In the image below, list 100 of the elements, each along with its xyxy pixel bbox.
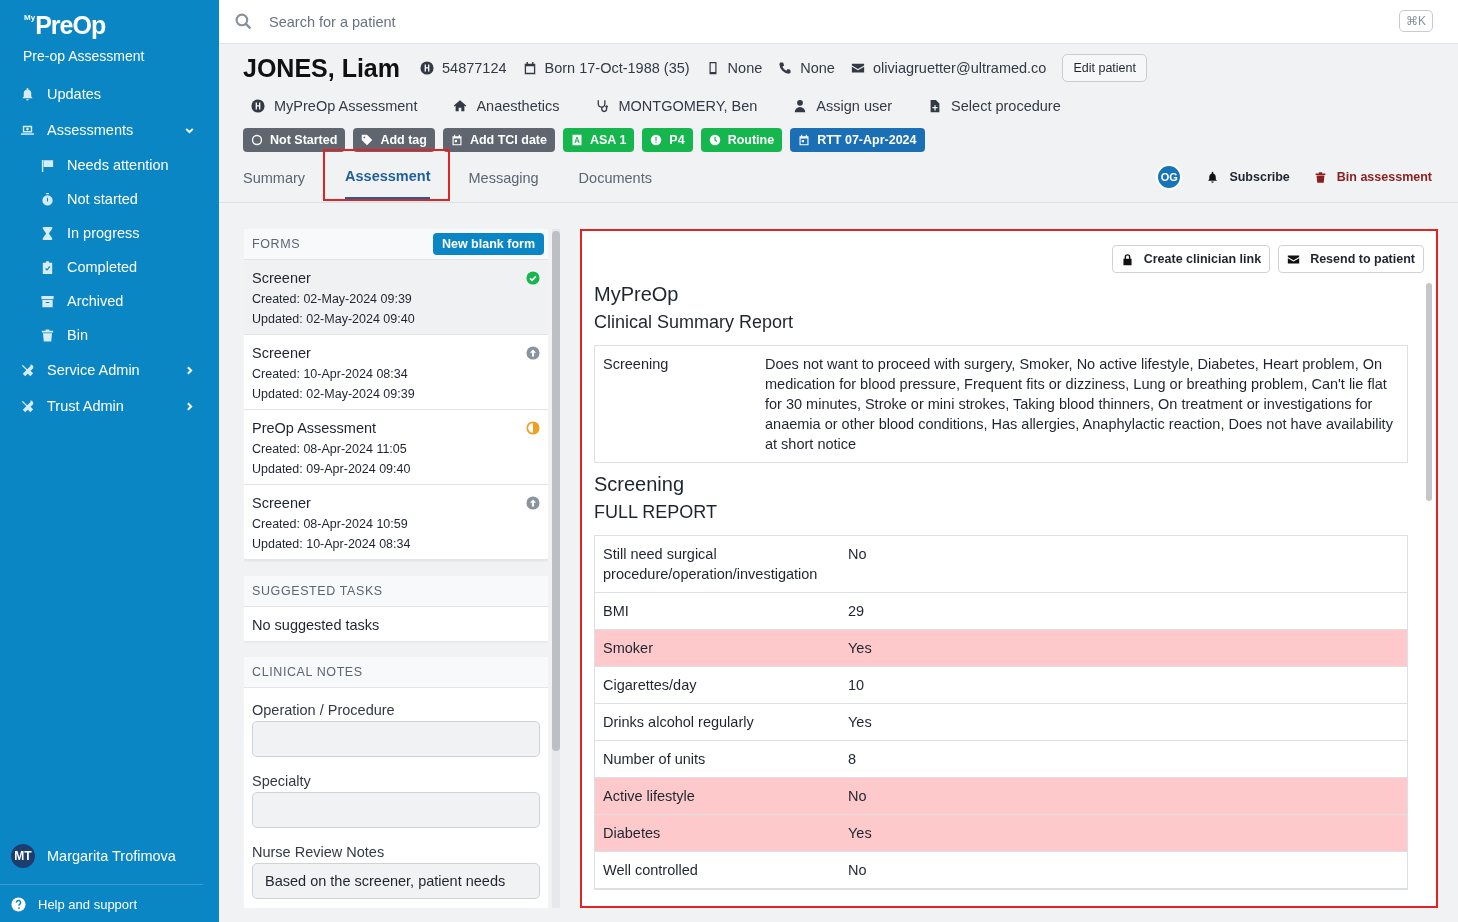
sidebar-item[interactable]: Needs attention [0, 148, 219, 182]
form-updated: Updated: 10-Apr-2024 08:34 [252, 537, 412, 551]
house-icon [453, 99, 468, 113]
clock-icon [708, 134, 721, 146]
row-label: BMI [603, 602, 630, 621]
row-value: No [848, 545, 868, 564]
check-circle-icon [526, 271, 540, 285]
form-updated: Updated: 02-May-2024 09:40 [252, 312, 416, 326]
patient-detail: 54877124 [442, 60, 507, 76]
bell-icon [20, 86, 35, 102]
hourglass-icon [40, 225, 55, 241]
field-label: Operation / Procedure [252, 702, 396, 718]
new-blank-form-button[interactable]: New blank form [432, 233, 544, 255]
subscriber-avatar[interactable]: OG [1156, 164, 1183, 190]
half-circle-icon [526, 421, 540, 435]
table-cell-text: Does not want to proceed with surgery, Smoker, No active lifestyle, Diabetes, Heart problem, On medication for blood pressure, Frequent fits or dizziness, Lung or breathing problem, Can't lie flat for 30 minutes, Stroke or mini strokes, Taking blood thinners, On treatment or investigations for anaemia or other blood conditions, Has allergies, Anaphylactic reaction, Does not have availability at short notice [765, 355, 1394, 454]
subscribe-link[interactable]: Subscribe [1206, 170, 1290, 184]
letter-icon [571, 134, 583, 146]
status-badge[interactable]: Add tag [353, 128, 435, 152]
row-value: Yes [848, 824, 873, 843]
sidebar-item[interactable]: Not started [0, 182, 219, 216]
help-link[interactable]: Help and support [0, 885, 219, 922]
scrollbar-thumb[interactable] [552, 231, 560, 751]
sidebar-item[interactable]: Assessments [0, 112, 219, 148]
trash-icon [40, 327, 55, 343]
up-arrow-circle-icon [526, 346, 540, 360]
hospital-icon [251, 99, 265, 113]
resend-button[interactable]: Resend to patient [1278, 245, 1424, 273]
scrollbar-thumb[interactable] [1426, 283, 1432, 501]
row-value: No [848, 787, 868, 806]
calendar-icon [450, 134, 463, 146]
form-name: Screener [252, 495, 311, 511]
report-title: MyPreOp [594, 283, 680, 306]
status-badge[interactable]: Add TCI date [442, 128, 555, 152]
user-avatar[interactable]: MT [11, 844, 35, 868]
patient-detail: Born 17-Oct-1988 (35) [544, 60, 690, 76]
form-name: PreOp Assessment [252, 420, 377, 436]
sidebar-item[interactable]: Trust Admin [0, 388, 219, 424]
form-created: Created: 02-May-2024 09:39 [252, 292, 413, 306]
help-icon [11, 897, 26, 912]
row-label: Active lifestyle [603, 787, 696, 806]
app-subtitle: Pre-op Assessment [22, 47, 145, 66]
sidebar-item[interactable]: Archived [0, 284, 219, 318]
patient-detail: None [800, 60, 835, 76]
meta-link[interactable]: Select procedure [928, 98, 1061, 114]
status-badge[interactable]: Not Started [243, 128, 346, 152]
meta-link[interactable]: MONTGOMERY, Ben [595, 98, 758, 114]
sidebar-item[interactable]: Bin [0, 318, 219, 352]
text-area[interactable] [252, 721, 540, 757]
row-value: Yes [848, 639, 873, 658]
calendar-icon [798, 134, 811, 146]
section-title: SUGGESTED TASKS [252, 584, 383, 598]
form-created: Created: 10-Apr-2024 08:34 [252, 367, 409, 381]
sidebar-item[interactable]: Updates [0, 76, 219, 112]
meta-link[interactable]: Assign user [793, 98, 893, 114]
form-created: Created: 08-Apr-2024 10:59 [252, 517, 409, 531]
table-cell-text: Screening [603, 355, 670, 374]
tab[interactable]: Messaging [468, 152, 559, 202]
create-link-button[interactable]: Create clinician link [1111, 245, 1271, 273]
row-label: Well controlled [603, 861, 699, 880]
section-heading: Screening [594, 473, 686, 496]
tools-icon [20, 362, 35, 378]
tab[interactable]: Summary [243, 152, 326, 202]
circle-icon [251, 134, 263, 146]
sidebar-item[interactable]: Completed [0, 250, 219, 284]
form-item[interactable]: Screener Created: 02-May-2024 09:39 Updated: 02-May-2024 09:40 [244, 260, 548, 335]
up-arrow-circle-icon [526, 496, 540, 510]
flag-icon [40, 157, 55, 173]
phone-icon [778, 61, 793, 75]
row-value: 10 [848, 676, 866, 695]
meta-link[interactable]: MyPreOp Assessment [251, 98, 418, 114]
empty-message: No suggested tasks [251, 616, 381, 635]
lock-icon [1120, 252, 1134, 266]
user-icon [793, 99, 808, 113]
text-area[interactable]: Based on the screener, patient needs [252, 863, 540, 899]
form-created: Created: 08-Apr-2024 11:05 [252, 442, 408, 456]
sidebar-item[interactable]: Service Admin [0, 352, 219, 388]
row-value: 29 [848, 602, 866, 621]
clipboard-icon [40, 259, 55, 275]
meta-link[interactable]: Anaesthetics [453, 98, 560, 114]
bell-icon [1206, 170, 1220, 184]
patient-name: JONES, Liam [243, 53, 400, 83]
tag-icon [361, 134, 374, 146]
report-subtitle: Clinical Summary Report [594, 312, 795, 333]
form-item[interactable]: Screener Created: 08-Apr-2024 10:59 Updated: 10-Apr-2024 08:34 [244, 485, 548, 560]
tab[interactable]: Assessment [325, 151, 449, 199]
sidebar-item[interactable]: In progress [0, 216, 219, 250]
edit-patient-button[interactable]: Edit patient [1062, 54, 1147, 82]
bin-assessment-link[interactable]: Bin assessment [1313, 170, 1432, 184]
row-label: Still need surgical procedure/operation/investigation [603, 545, 819, 584]
row-value: 8 [848, 750, 858, 769]
form-item[interactable]: PreOp Assessment Created: 08-Apr-2024 11:05 Updated: 09-Apr-2024 09:40 [244, 410, 548, 485]
form-item[interactable]: Screener Created: 10-Apr-2024 08:34 Updated: 02-May-2024 09:39 [244, 335, 548, 410]
tab[interactable]: Documents [578, 152, 672, 202]
mail-icon [850, 61, 865, 75]
calendar-icon [522, 61, 537, 75]
user-name[interactable]: Margarita Trofimova [47, 848, 176, 864]
form-updated: Updated: 02-May-2024 09:39 [252, 387, 416, 401]
status-badge[interactable]: RTT 07-Apr-2024 [790, 128, 925, 152]
text-area[interactable] [252, 792, 540, 828]
